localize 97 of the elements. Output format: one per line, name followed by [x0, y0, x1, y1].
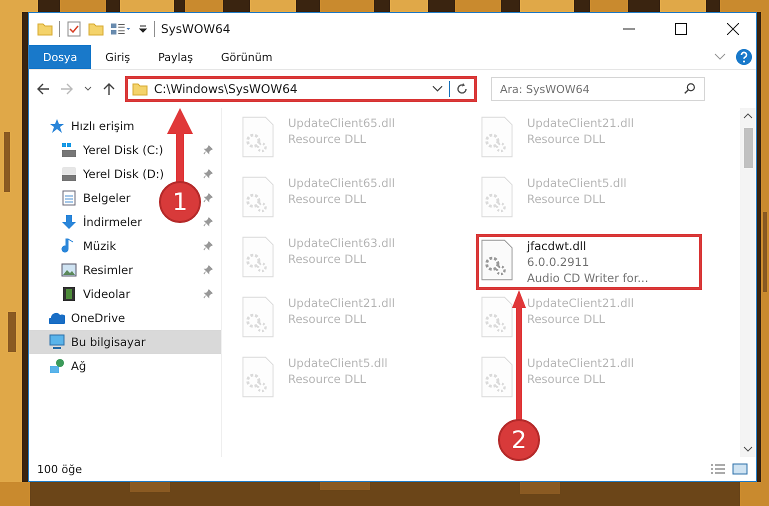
file-detail: Resource DLL [527, 372, 606, 386]
file-name: UpdateClient21.dll [288, 296, 395, 310]
minimize-icon [623, 28, 635, 30]
file-item[interactable]: jfacdwt.dll 6.0.0.2911 Audio CD Writer for... [476, 234, 702, 290]
sidebar-item[interactable]: Hızlı erişim [29, 114, 134, 138]
file-detail: Resource DLL [288, 372, 368, 386]
scrollbar-thumb[interactable] [744, 128, 752, 168]
pin-icon[interactable] [203, 289, 213, 299]
cloud-icon [49, 310, 65, 326]
gear-file-icon [242, 296, 274, 338]
file-name: UpdateClient21.dll [527, 356, 634, 370]
ribbon-tab[interactable]: Paylaş [144, 45, 207, 69]
sidebar-item[interactable]: İndirmeler [29, 210, 142, 234]
file-detail: Resource DLL [527, 192, 606, 206]
pin-icon[interactable] [203, 193, 213, 203]
sidebar-label: Ağ [71, 359, 86, 373]
file-detail: Resource DLL [288, 252, 368, 266]
maximize-icon [675, 23, 687, 35]
sidebar-item[interactable]: Bu bilgisayar [29, 330, 221, 354]
sidebar-item[interactable]: Müzik [29, 234, 116, 258]
doc-icon [61, 190, 77, 206]
sidebar-label: Videolar [83, 287, 130, 301]
file-detail: Resource DLL [288, 312, 368, 326]
help-icon[interactable] [736, 49, 752, 65]
gear-file-icon [481, 176, 513, 218]
file-name: UpdateClient5.dll [288, 356, 388, 370]
file-name: UpdateClient65.dll [288, 176, 395, 190]
star-icon [49, 118, 65, 134]
file-detail: Resource DLL [288, 132, 368, 146]
drive-icon [61, 166, 77, 182]
sidebar-label: OneDrive [71, 311, 126, 325]
gear-file-icon [481, 356, 513, 398]
folder-icon [132, 81, 148, 97]
search-field[interactable]: Ara: SysWOW64 [491, 77, 705, 101]
dropdown-icon[interactable] [432, 85, 443, 93]
sidebar-item[interactable]: OneDrive [29, 306, 126, 330]
pc-icon [49, 334, 65, 350]
item-count: 100 öğe [37, 462, 82, 476]
sidebar-item[interactable]: Yerel Disk (C:) [29, 138, 164, 162]
file-name: UpdateClient65.dll [288, 116, 395, 130]
scroll-down-icon[interactable] [743, 445, 753, 453]
checklist-icon[interactable] [66, 21, 82, 37]
close-icon [727, 23, 739, 35]
sidebar-label: Bu bilgisayar [71, 335, 146, 349]
dropdown-icon[interactable] [138, 24, 148, 34]
details-view-icon[interactable] [710, 463, 726, 475]
gear-file-icon [481, 116, 513, 158]
sidebar-label: Hızlı erişim [71, 119, 134, 133]
file-name: UpdateClient21.dll [527, 296, 634, 310]
back-arrow-icon[interactable] [35, 81, 51, 97]
file-name: UpdateClient5.dll [527, 176, 627, 190]
large-icons-view-icon[interactable] [732, 463, 748, 475]
file-detail: Resource DLL [527, 312, 606, 326]
pin-icon[interactable] [203, 265, 213, 275]
file-name: jfacdwt.dll [527, 239, 588, 253]
address-bar[interactable]: C:\Windows\SysWOW64 [125, 76, 477, 102]
address-path: C:\Windows\SysWOW64 [154, 82, 298, 96]
file-detail: Resource DLL [527, 132, 606, 146]
drive-win-icon [61, 142, 77, 158]
gear-file-icon [242, 176, 274, 218]
up-arrow-icon[interactable] [101, 81, 117, 97]
pin-icon[interactable] [203, 145, 213, 155]
file-detail: Audio CD Writer for... [527, 271, 648, 285]
film-icon [61, 286, 77, 302]
window-title: SysWOW64 [161, 22, 230, 36]
pin-icon[interactable] [203, 217, 213, 227]
ribbon-tab[interactable]: Dosya [29, 45, 92, 69]
search-icon[interactable] [683, 82, 697, 96]
download-icon [61, 214, 77, 230]
view-options-icon[interactable] [110, 21, 132, 37]
gear-file-icon [481, 239, 513, 281]
sidebar-item[interactable]: Resimler [29, 258, 133, 282]
chevron-down-icon[interactable] [714, 53, 726, 61]
sidebar-item[interactable]: Videolar [29, 282, 130, 306]
pin-icon[interactable] [203, 169, 213, 179]
file-detail: Resource DLL [288, 192, 368, 206]
sidebar-label: Resimler [83, 263, 133, 277]
sidebar-label: Belgeler [83, 191, 131, 205]
gear-file-icon [242, 236, 274, 278]
image-icon [61, 262, 77, 278]
sidebar-label: Müzik [83, 239, 116, 253]
ribbon-tab[interactable]: Görünüm [207, 45, 286, 69]
gear-file-icon [242, 356, 274, 398]
ribbon-tab[interactable]: Giriş [91, 45, 144, 69]
sidebar-label: Yerel Disk (D:) [83, 167, 164, 181]
scroll-up-icon[interactable] [743, 112, 753, 120]
file-name: UpdateClient21.dll [527, 116, 634, 130]
sidebar-label: Yerel Disk (C:) [83, 143, 164, 157]
pin-icon[interactable] [203, 241, 213, 251]
sidebar-label: İndirmeler [83, 215, 142, 229]
sidebar-item[interactable]: Ağ [29, 354, 86, 378]
network-icon [49, 358, 65, 374]
sidebar-item[interactable]: Belgeler [29, 186, 131, 210]
gear-file-icon [242, 116, 274, 158]
file-detail: 6.0.0.2911 [527, 255, 590, 269]
file-name: UpdateClient63.dll [288, 236, 395, 250]
gear-file-icon [481, 296, 513, 338]
